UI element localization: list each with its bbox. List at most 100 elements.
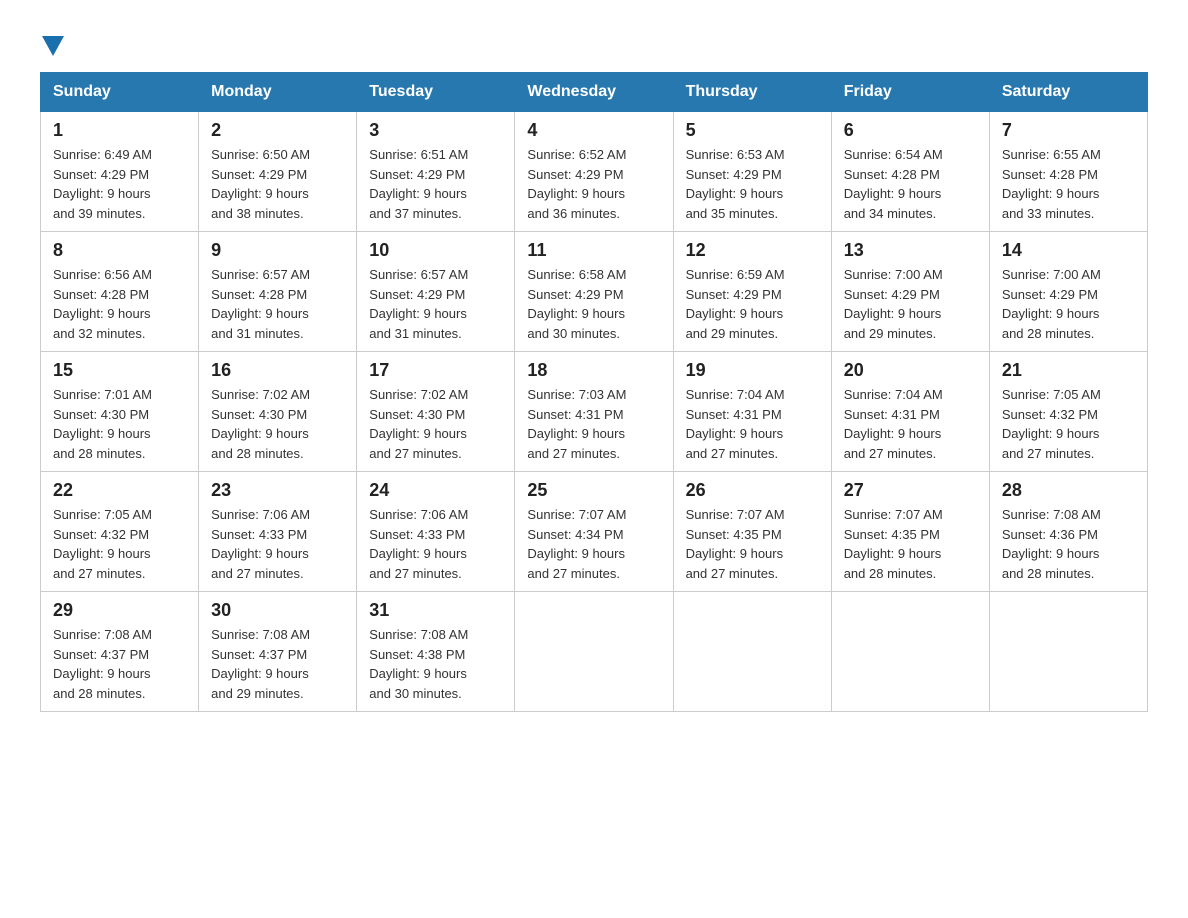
table-row (831, 592, 989, 712)
day-number: 27 (844, 480, 977, 501)
day-info: Sunrise: 7:07 AMSunset: 4:35 PMDaylight:… (686, 507, 785, 581)
table-row: 15 Sunrise: 7:01 AMSunset: 4:30 PMDaylig… (41, 352, 199, 472)
table-row: 3 Sunrise: 6:51 AMSunset: 4:29 PMDayligh… (357, 112, 515, 232)
day-info: Sunrise: 7:06 AMSunset: 4:33 PMDaylight:… (211, 507, 310, 581)
day-number: 13 (844, 240, 977, 261)
table-row: 25 Sunrise: 7:07 AMSunset: 4:34 PMDaylig… (515, 472, 673, 592)
calendar-week-row: 29 Sunrise: 7:08 AMSunset: 4:37 PMDaylig… (41, 592, 1148, 712)
table-row: 7 Sunrise: 6:55 AMSunset: 4:28 PMDayligh… (989, 112, 1147, 232)
day-info: Sunrise: 6:49 AMSunset: 4:29 PMDaylight:… (53, 147, 152, 221)
day-number: 8 (53, 240, 186, 261)
day-number: 12 (686, 240, 819, 261)
day-number: 30 (211, 600, 344, 621)
day-number: 17 (369, 360, 502, 381)
day-info: Sunrise: 7:08 AMSunset: 4:37 PMDaylight:… (53, 627, 152, 701)
calendar-week-row: 22 Sunrise: 7:05 AMSunset: 4:32 PMDaylig… (41, 472, 1148, 592)
day-number: 26 (686, 480, 819, 501)
table-row: 9 Sunrise: 6:57 AMSunset: 4:28 PMDayligh… (199, 232, 357, 352)
day-number: 29 (53, 600, 186, 621)
table-row: 11 Sunrise: 6:58 AMSunset: 4:29 PMDaylig… (515, 232, 673, 352)
day-number: 23 (211, 480, 344, 501)
table-row: 1 Sunrise: 6:49 AMSunset: 4:29 PMDayligh… (41, 112, 199, 232)
day-info: Sunrise: 7:07 AMSunset: 4:35 PMDaylight:… (844, 507, 943, 581)
table-row: 10 Sunrise: 6:57 AMSunset: 4:29 PMDaylig… (357, 232, 515, 352)
table-row: 24 Sunrise: 7:06 AMSunset: 4:33 PMDaylig… (357, 472, 515, 592)
col-saturday: Saturday (989, 73, 1147, 112)
day-info: Sunrise: 6:51 AMSunset: 4:29 PMDaylight:… (369, 147, 468, 221)
day-number: 15 (53, 360, 186, 381)
day-number: 28 (1002, 480, 1135, 501)
day-info: Sunrise: 7:02 AMSunset: 4:30 PMDaylight:… (211, 387, 310, 461)
day-info: Sunrise: 7:04 AMSunset: 4:31 PMDaylight:… (844, 387, 943, 461)
day-info: Sunrise: 6:52 AMSunset: 4:29 PMDaylight:… (527, 147, 626, 221)
day-number: 16 (211, 360, 344, 381)
col-wednesday: Wednesday (515, 73, 673, 112)
table-row: 18 Sunrise: 7:03 AMSunset: 4:31 PMDaylig… (515, 352, 673, 472)
day-info: Sunrise: 6:55 AMSunset: 4:28 PMDaylight:… (1002, 147, 1101, 221)
table-row: 31 Sunrise: 7:08 AMSunset: 4:38 PMDaylig… (357, 592, 515, 712)
day-number: 7 (1002, 120, 1135, 141)
day-number: 10 (369, 240, 502, 261)
day-info: Sunrise: 6:53 AMSunset: 4:29 PMDaylight:… (686, 147, 785, 221)
day-info: Sunrise: 6:54 AMSunset: 4:28 PMDaylight:… (844, 147, 943, 221)
table-row: 28 Sunrise: 7:08 AMSunset: 4:36 PMDaylig… (989, 472, 1147, 592)
day-number: 18 (527, 360, 660, 381)
day-info: Sunrise: 6:59 AMSunset: 4:29 PMDaylight:… (686, 267, 785, 341)
day-number: 5 (686, 120, 819, 141)
day-number: 2 (211, 120, 344, 141)
col-friday: Friday (831, 73, 989, 112)
day-info: Sunrise: 7:07 AMSunset: 4:34 PMDaylight:… (527, 507, 626, 581)
day-info: Sunrise: 7:00 AMSunset: 4:29 PMDaylight:… (1002, 267, 1101, 341)
table-row: 26 Sunrise: 7:07 AMSunset: 4:35 PMDaylig… (673, 472, 831, 592)
day-info: Sunrise: 7:02 AMSunset: 4:30 PMDaylight:… (369, 387, 468, 461)
day-number: 25 (527, 480, 660, 501)
day-info: Sunrise: 7:08 AMSunset: 4:37 PMDaylight:… (211, 627, 310, 701)
table-row: 30 Sunrise: 7:08 AMSunset: 4:37 PMDaylig… (199, 592, 357, 712)
table-row (989, 592, 1147, 712)
table-row: 13 Sunrise: 7:00 AMSunset: 4:29 PMDaylig… (831, 232, 989, 352)
table-row: 12 Sunrise: 6:59 AMSunset: 4:29 PMDaylig… (673, 232, 831, 352)
day-number: 19 (686, 360, 819, 381)
col-thursday: Thursday (673, 73, 831, 112)
table-row: 4 Sunrise: 6:52 AMSunset: 4:29 PMDayligh… (515, 112, 673, 232)
day-info: Sunrise: 7:08 AMSunset: 4:38 PMDaylight:… (369, 627, 468, 701)
table-row: 20 Sunrise: 7:04 AMSunset: 4:31 PMDaylig… (831, 352, 989, 472)
day-info: Sunrise: 7:04 AMSunset: 4:31 PMDaylight:… (686, 387, 785, 461)
day-number: 4 (527, 120, 660, 141)
calendar-week-row: 8 Sunrise: 6:56 AMSunset: 4:28 PMDayligh… (41, 232, 1148, 352)
page-header (40, 30, 1148, 52)
day-number: 20 (844, 360, 977, 381)
day-info: Sunrise: 7:05 AMSunset: 4:32 PMDaylight:… (1002, 387, 1101, 461)
day-info: Sunrise: 6:56 AMSunset: 4:28 PMDaylight:… (53, 267, 152, 341)
table-row: 17 Sunrise: 7:02 AMSunset: 4:30 PMDaylig… (357, 352, 515, 472)
table-row: 16 Sunrise: 7:02 AMSunset: 4:30 PMDaylig… (199, 352, 357, 472)
day-info: Sunrise: 6:57 AMSunset: 4:28 PMDaylight:… (211, 267, 310, 341)
table-row: 8 Sunrise: 6:56 AMSunset: 4:28 PMDayligh… (41, 232, 199, 352)
table-row: 22 Sunrise: 7:05 AMSunset: 4:32 PMDaylig… (41, 472, 199, 592)
logo-triangle-icon (42, 36, 64, 56)
logo (40, 30, 64, 52)
table-row: 21 Sunrise: 7:05 AMSunset: 4:32 PMDaylig… (989, 352, 1147, 472)
day-info: Sunrise: 6:50 AMSunset: 4:29 PMDaylight:… (211, 147, 310, 221)
col-tuesday: Tuesday (357, 73, 515, 112)
table-row: 27 Sunrise: 7:07 AMSunset: 4:35 PMDaylig… (831, 472, 989, 592)
table-row: 23 Sunrise: 7:06 AMSunset: 4:33 PMDaylig… (199, 472, 357, 592)
day-info: Sunrise: 7:05 AMSunset: 4:32 PMDaylight:… (53, 507, 152, 581)
day-info: Sunrise: 6:57 AMSunset: 4:29 PMDaylight:… (369, 267, 468, 341)
day-info: Sunrise: 7:06 AMSunset: 4:33 PMDaylight:… (369, 507, 468, 581)
day-info: Sunrise: 7:00 AMSunset: 4:29 PMDaylight:… (844, 267, 943, 341)
day-number: 11 (527, 240, 660, 261)
table-row: 19 Sunrise: 7:04 AMSunset: 4:31 PMDaylig… (673, 352, 831, 472)
day-number: 6 (844, 120, 977, 141)
day-number: 9 (211, 240, 344, 261)
table-row: 29 Sunrise: 7:08 AMSunset: 4:37 PMDaylig… (41, 592, 199, 712)
calendar-week-row: 15 Sunrise: 7:01 AMSunset: 4:30 PMDaylig… (41, 352, 1148, 472)
day-number: 3 (369, 120, 502, 141)
calendar-table: Sunday Monday Tuesday Wednesday Thursday… (40, 72, 1148, 712)
day-info: Sunrise: 6:58 AMSunset: 4:29 PMDaylight:… (527, 267, 626, 341)
day-number: 22 (53, 480, 186, 501)
col-monday: Monday (199, 73, 357, 112)
day-number: 24 (369, 480, 502, 501)
day-info: Sunrise: 7:03 AMSunset: 4:31 PMDaylight:… (527, 387, 626, 461)
day-info: Sunrise: 7:01 AMSunset: 4:30 PMDaylight:… (53, 387, 152, 461)
